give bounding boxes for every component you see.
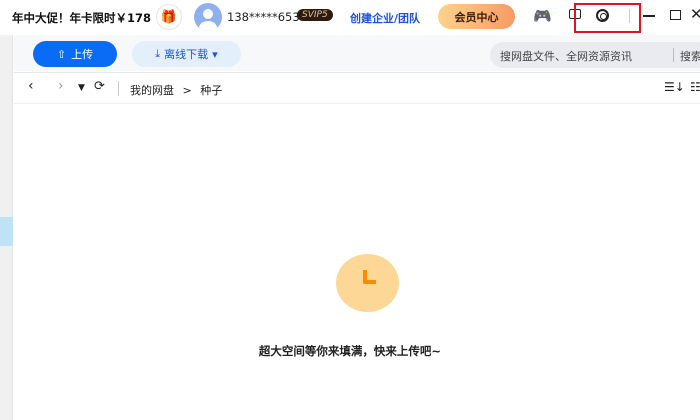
search-input[interactable]: 搜网盘文件、全网资源资讯 搜索 — [490, 42, 700, 68]
back-icon[interactable]: ‹ — [28, 78, 34, 94]
refresh-icon[interactable]: ⟳ — [94, 79, 105, 94]
offline-download-label: 离线下载 — [164, 48, 209, 61]
gift-icon[interactable]: 🎁 — [156, 4, 182, 30]
close-icon[interactable]: ✕ — [690, 5, 700, 23]
divider — [118, 81, 119, 96]
clock-icon — [336, 254, 399, 312]
breadcrumb: 我的网盘 > 种子 — [130, 82, 222, 98]
empty-state-message: 超大空间等你来填满，快来上传吧~ — [258, 344, 442, 358]
breadcrumb-separator: > — [182, 84, 192, 97]
maximize-icon[interactable] — [670, 10, 681, 20]
breadcrumb-root[interactable]: 我的网盘 — [130, 84, 174, 97]
upload-icon: ⇧ — [56, 47, 67, 61]
minimize-icon[interactable] — [643, 15, 655, 17]
sort-icon[interactable]: ☰↓ — [664, 80, 685, 94]
caret-down-icon: ▾ — [212, 47, 218, 61]
highlight-box — [574, 3, 641, 33]
avatar[interactable] — [194, 3, 222, 31]
offline-download-button[interactable]: ⤓ 离线下载 ▾ — [132, 41, 241, 67]
vip-badge: SVIP5 — [297, 9, 333, 21]
divider — [673, 48, 674, 62]
promo-text[interactable]: 年中大促！年卡限时￥178 — [12, 10, 151, 26]
divider — [629, 9, 630, 23]
list-view-icon[interactable]: ☷ — [690, 80, 700, 94]
history-dropdown-icon[interactable]: ▼ — [78, 83, 85, 93]
upload-label: 上传 — [71, 48, 94, 61]
navigation-row — [14, 72, 700, 104]
forward-icon[interactable]: › — [58, 78, 64, 94]
gamepad-icon[interactable]: 🎮 — [533, 7, 552, 25]
member-center-button[interactable]: 会员中心 — [438, 4, 515, 29]
search-button[interactable]: 搜索 — [680, 48, 700, 64]
breadcrumb-current: 种子 — [200, 84, 223, 97]
username[interactable]: 138*****653 — [227, 10, 300, 24]
search-placeholder: 搜网盘文件、全网资源资讯 — [500, 50, 632, 63]
upload-button[interactable]: ⇧ 上传 — [33, 41, 117, 67]
sidebar-selected-item[interactable] — [0, 217, 13, 246]
download-icon: ⤓ — [155, 47, 161, 60]
create-enterprise-link[interactable]: 创建企业/团队 — [350, 10, 420, 26]
